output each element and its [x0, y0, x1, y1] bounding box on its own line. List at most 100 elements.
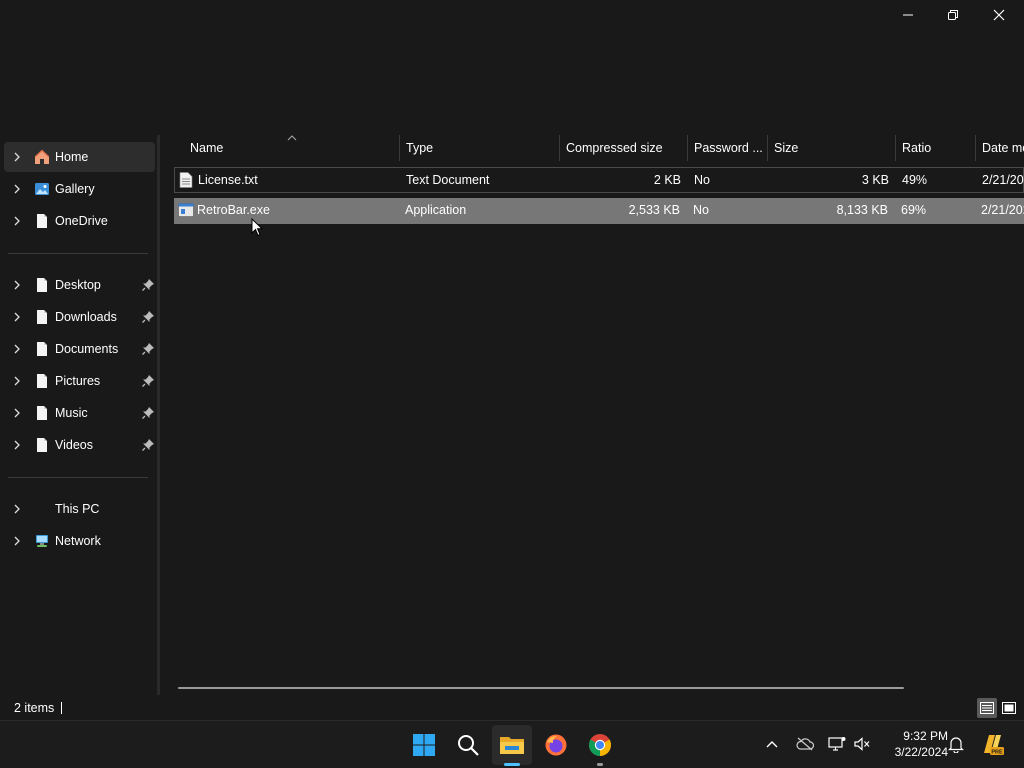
- nav-item-pictures[interactable]: Pictures: [4, 366, 155, 396]
- pin-icon[interactable]: [141, 438, 155, 452]
- cloud-offline-icon: [796, 737, 814, 751]
- column-password[interactable]: Password ...: [686, 135, 766, 161]
- column-size[interactable]: Size: [766, 135, 894, 161]
- taskbar-firefox[interactable]: [536, 725, 576, 765]
- chevron-right-icon[interactable]: [12, 536, 22, 546]
- file-ratio: 49%: [902, 173, 928, 187]
- chevron-right-icon[interactable]: [12, 408, 22, 418]
- nav-item-desktop[interactable]: Desktop: [4, 270, 155, 300]
- column-type[interactable]: Type: [398, 135, 558, 161]
- details-view-icon: [980, 702, 994, 714]
- pin-icon[interactable]: [141, 374, 155, 388]
- chevron-right-icon[interactable]: [12, 312, 22, 322]
- network-icon: [36, 535, 48, 547]
- close-icon: [993, 9, 1005, 21]
- file-compressed-size: 2,533 KB: [628, 203, 680, 217]
- chrome-icon: [589, 734, 611, 756]
- search-button[interactable]: [448, 725, 488, 765]
- active-app-indicator: [504, 763, 520, 766]
- show-hidden-icons-button[interactable]: [761, 733, 783, 755]
- nav-item-music[interactable]: Music: [4, 398, 155, 428]
- chevron-right-icon[interactable]: [12, 504, 22, 514]
- file-type: Application: [405, 203, 467, 217]
- nav-item-onedrive[interactable]: OneDrive: [4, 206, 155, 236]
- nav-item-label: Videos: [55, 438, 93, 452]
- details-view-button[interactable]: [977, 698, 997, 718]
- onedrive-tray[interactable]: [794, 733, 816, 755]
- pin-icon[interactable]: [141, 278, 155, 292]
- svg-text:PRE: PRE: [991, 749, 1003, 755]
- nav-item-home[interactable]: Home: [4, 142, 155, 172]
- taskbar-file-explorer[interactable]: [492, 725, 532, 766]
- chevron-right-icon[interactable]: [12, 440, 22, 450]
- network-status-icon: [828, 737, 846, 751]
- column-ratio[interactable]: Ratio: [894, 135, 974, 161]
- column-compressed-size[interactable]: Compressed size: [558, 135, 686, 161]
- file-icon: [37, 342, 47, 356]
- chevron-up-icon: [766, 741, 778, 748]
- nav-item-documents[interactable]: Documents: [4, 334, 155, 364]
- pin-icon[interactable]: [141, 342, 155, 356]
- clock[interactable]: 9:32 PM 3/22/2024: [878, 728, 948, 760]
- chevron-right-icon[interactable]: [12, 184, 22, 194]
- chevron-right-icon[interactable]: [12, 376, 22, 386]
- chevron-right-icon[interactable]: [12, 280, 22, 290]
- file-name[interactable]: License.txt: [198, 168, 398, 192]
- firefox-icon: [545, 734, 567, 756]
- nav-item-label: Pictures: [55, 374, 101, 388]
- column-header: Name Type Compressed size Password ... S…: [174, 135, 1024, 161]
- nav-item-label: Downloads: [55, 310, 117, 324]
- nav-item-videos[interactable]: Videos: [4, 430, 155, 460]
- column-name[interactable]: Name: [182, 135, 399, 161]
- file-icon: [37, 438, 47, 452]
- item-count: 2 items: [14, 701, 55, 715]
- nav-item-label: Music: [55, 406, 88, 420]
- file-name[interactable]: RetroBar.exe: [197, 198, 397, 222]
- file-explorer-icon: [500, 737, 524, 754]
- file-icon: [37, 406, 47, 420]
- file-ratio: 69%: [901, 203, 927, 217]
- running-app-indicator: [597, 763, 603, 766]
- restore-button[interactable]: [930, 0, 976, 30]
- close-button[interactable]: [976, 0, 1022, 30]
- chevron-right-icon[interactable]: [12, 216, 22, 226]
- tiles-view-button[interactable]: [999, 698, 1019, 718]
- nav-item-this-pc[interactable]: This PC: [4, 494, 155, 524]
- minimize-icon: [903, 14, 913, 16]
- file-icon: [37, 310, 47, 324]
- pane-splitter[interactable]: [157, 135, 160, 695]
- gallery-icon: [35, 183, 49, 195]
- navigation-pane: Home Gallery OneDrive Desktop Downloads …: [0, 135, 157, 695]
- nav-item-gallery[interactable]: Gallery: [4, 174, 155, 204]
- network-tray[interactable]: [826, 733, 848, 755]
- nav-item-label: Documents: [55, 342, 119, 356]
- start-button[interactable]: [404, 725, 444, 765]
- pin-icon[interactable]: [141, 406, 155, 420]
- nav-item-label: This PC: [55, 502, 100, 516]
- table-row[interactable]: RetroBar.exe Application 2,533 KB No 8,1…: [174, 198, 1024, 224]
- column-date-modified[interactable]: Date mo: [974, 135, 1024, 161]
- notifications-button[interactable]: [945, 733, 967, 755]
- nav-divider: [8, 253, 148, 254]
- pin-icon[interactable]: [141, 310, 155, 324]
- clock-date: 3/22/2024: [894, 745, 948, 759]
- copilot-button[interactable]: PRE: [978, 730, 1006, 758]
- bell-icon: [948, 736, 964, 753]
- volume-tray[interactable]: [851, 733, 873, 755]
- chevron-right-icon[interactable]: [12, 344, 22, 354]
- minimize-button[interactable]: [885, 0, 931, 30]
- nav-item-downloads[interactable]: Downloads: [4, 302, 155, 332]
- nav-item-network[interactable]: Network: [4, 526, 155, 556]
- tiles-view-icon: [1002, 702, 1016, 714]
- taskbar-chrome[interactable]: [580, 725, 620, 766]
- nav-item-label: OneDrive: [55, 214, 108, 228]
- taskbar: 9:32 PM 3/22/2024 PRE: [0, 720, 1024, 768]
- horizontal-scrollbar[interactable]: [178, 687, 904, 689]
- file-icon: [37, 278, 47, 292]
- status-bar: 2 items: [0, 695, 1024, 720]
- file-type: Text Document: [406, 173, 490, 187]
- chevron-right-icon[interactable]: [12, 152, 22, 162]
- status-divider: [61, 702, 62, 714]
- file-password: No: [693, 203, 709, 217]
- table-row[interactable]: License.txt Text Document 2 KB No 3 KB 4…: [174, 167, 1024, 193]
